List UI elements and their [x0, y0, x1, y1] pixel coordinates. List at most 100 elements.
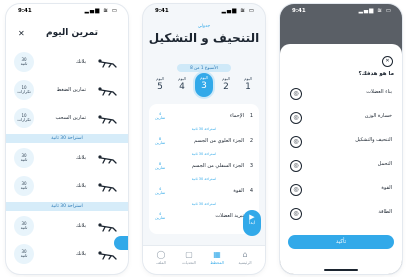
nav-label: الرئيسية	[238, 260, 252, 265]
goal-label: الطاقة	[378, 209, 392, 215]
goal-label: القوة	[381, 185, 392, 191]
nav-item-3[interactable]: ⌂ الرئيسية	[233, 250, 257, 265]
plan-title: الجزء السفلي من الجسم	[191, 163, 244, 169]
goal-label: التنحيف والتشكيل	[355, 137, 392, 143]
plan-row[interactable]: 1 الإحماء 4 تمارين	[149, 111, 259, 124]
exercise-name: بلانك	[76, 59, 86, 65]
plan-row[interactable]: 2 الجزء العلوي من الجسم 8 تمارين	[149, 136, 259, 149]
goal-radio-icon: ◎	[290, 184, 302, 196]
plan-title: تبريد العضلات	[215, 213, 244, 219]
exercise-figure-icon	[98, 251, 117, 260]
nav-label: التحديات	[182, 260, 196, 265]
status-time: 9:41	[155, 8, 169, 14]
start-fab[interactable]	[114, 236, 128, 250]
exercise-count-badge: 10 تكرارات	[14, 80, 34, 100]
exercise-figure-icon	[98, 223, 117, 232]
plan-count-unit: تمارين	[155, 165, 166, 171]
exercise-row[interactable]: 10 تكرارات تمارين السحب	[14, 106, 120, 132]
day-tab-1[interactable]: اليوم 1	[239, 74, 257, 96]
status-time: 9:41	[18, 8, 32, 14]
start-button-label: ابدأ	[248, 221, 256, 226]
day-label: اليوم	[156, 76, 164, 81]
exercise-row[interactable]: 30 ثانية بلانك	[14, 50, 120, 76]
goal-label: خسارة الوزن	[364, 113, 392, 119]
close-icon[interactable]: ✕	[18, 29, 25, 38]
goal-option[interactable]: ◎ التحمل	[288, 156, 394, 174]
nav-item-0[interactable]: ◯ الملف	[149, 250, 173, 265]
day-tab-3[interactable]: اليوم 3	[195, 73, 213, 97]
goal-screen: 9:41 ▂▄▆ ≋ ▭ ✕ ما هو هدفك؟ ◎ بناء العضلات…	[280, 4, 402, 274]
plan-count-unit: تمارين	[155, 215, 166, 221]
day-number: 1	[245, 82, 251, 92]
day-tab-4[interactable]: اليوم 4	[173, 74, 191, 96]
exercise-name: تمارين الضغط	[56, 87, 86, 93]
day-number: 2	[223, 82, 229, 92]
status-bar: 9:41 ▂▄▆ ≋ ▭	[6, 4, 128, 18]
confirm-button[interactable]: تأكيد	[288, 235, 394, 249]
exercise-count-badge: 10 تكرارات	[14, 108, 34, 128]
nav-item-2[interactable]: ▦ المخطط	[205, 250, 229, 265]
exercise-count-badge: 30 ثانية	[14, 244, 34, 264]
status-icons: ▂▄▆ ≋ ▭	[84, 8, 118, 14]
status-icons: ▂▄▆ ≋ ▭	[358, 8, 392, 14]
exercise-unit: ثانية	[20, 253, 28, 258]
page-subtitle: جدولي	[197, 24, 211, 29]
plan-title: الجزء العلوي من الجسم	[194, 138, 244, 144]
goal-option[interactable]: ◎ بناء العضلات	[288, 84, 394, 102]
exercise-unit: تكرارات	[17, 117, 31, 122]
plan-count-unit: تمارين	[155, 140, 166, 146]
start-button[interactable]: ▶ ابدأ	[243, 210, 261, 236]
goal-question: ما هو هدفك؟	[358, 71, 394, 77]
nav-label: الملف	[156, 260, 166, 265]
rest-label: استراحة 30 ثانية	[191, 202, 217, 206]
rest-bar: استراحة 30 ثانية	[6, 202, 128, 211]
exercise-name: بلانك	[76, 223, 86, 229]
day-tab-2[interactable]: اليوم 2	[217, 74, 235, 96]
plan-row[interactable]: 4 القوة 4 تمارين	[149, 186, 259, 199]
play-icon: ▶	[249, 213, 255, 221]
exercise-row[interactable]: 30 ثانية بلانك	[14, 146, 120, 172]
exercise-name: بلانك	[76, 155, 86, 161]
exercise-figure-icon	[98, 59, 117, 68]
nav-icon: ◯	[156, 250, 166, 259]
plan-number: 1	[249, 113, 253, 119]
plan-row[interactable]: 3 الجزء السفلي من الجسم 8 تمارين	[149, 161, 259, 174]
nav-icon: ▦	[213, 250, 221, 259]
exercise-figure-icon	[98, 155, 117, 164]
goal-option[interactable]: ◎ الطاقة	[288, 204, 394, 222]
exercise-unit: ثانية	[20, 61, 28, 66]
exercise-name: تمارين السحب	[55, 115, 86, 121]
rest-label: استراحة 30 ثانية	[191, 177, 217, 181]
nav-item-1[interactable]: ▢ التحديات	[177, 250, 201, 265]
goal-radio-icon: ◎	[290, 136, 302, 148]
plan-title: الإحماء	[229, 113, 244, 119]
day-number: 3	[201, 81, 207, 91]
goal-option[interactable]: ◎ القوة	[288, 180, 394, 198]
day-number: 4	[179, 82, 185, 92]
goal-radio-icon: ◎	[290, 160, 302, 172]
exercise-unit: تكرارات	[17, 89, 31, 94]
exercise-row[interactable]: 30 ثانية بلانك	[14, 174, 120, 200]
plan-screen: 9:41 ▂▄▆ ≋ ▭ جدولي التنحيف و التشكيل الأ…	[143, 4, 265, 274]
rest-bar: استراحة 30 ثانية	[6, 134, 128, 143]
exercise-row[interactable]: 30 ثانية بلانك	[14, 242, 120, 268]
exercise-count-badge: 30 ثانية	[14, 176, 34, 196]
exercise-row[interactable]: 10 تكرارات تمارين الضغط	[14, 78, 120, 104]
plan-number: 2	[249, 138, 253, 144]
exercise-figure-icon	[98, 183, 117, 192]
rest-label: استراحة 30 ثانية	[191, 127, 217, 131]
close-icon[interactable]: ✕	[382, 56, 393, 67]
nav-icon: ▢	[185, 250, 193, 259]
goal-option[interactable]: ◎ التنحيف والتشكيل	[288, 132, 394, 150]
exercise-figure-icon	[98, 115, 117, 124]
exercise-count-badge: 30 ثانية	[14, 52, 34, 72]
exercise-figure-icon	[98, 87, 117, 96]
day-tab-5[interactable]: اليوم 5	[151, 74, 169, 96]
day-label: اليوم	[244, 76, 252, 81]
plan-count: 4 تمارين	[155, 111, 165, 120]
goal-option[interactable]: ◎ خسارة الوزن	[288, 108, 394, 126]
exercise-row[interactable]: 30 ثانية بلانك	[14, 214, 120, 240]
plan-title: القوة	[233, 188, 244, 194]
status-icons: ▂▄▆ ≋ ▭	[221, 8, 255, 14]
page-title: تمرين اليوم	[45, 28, 98, 38]
